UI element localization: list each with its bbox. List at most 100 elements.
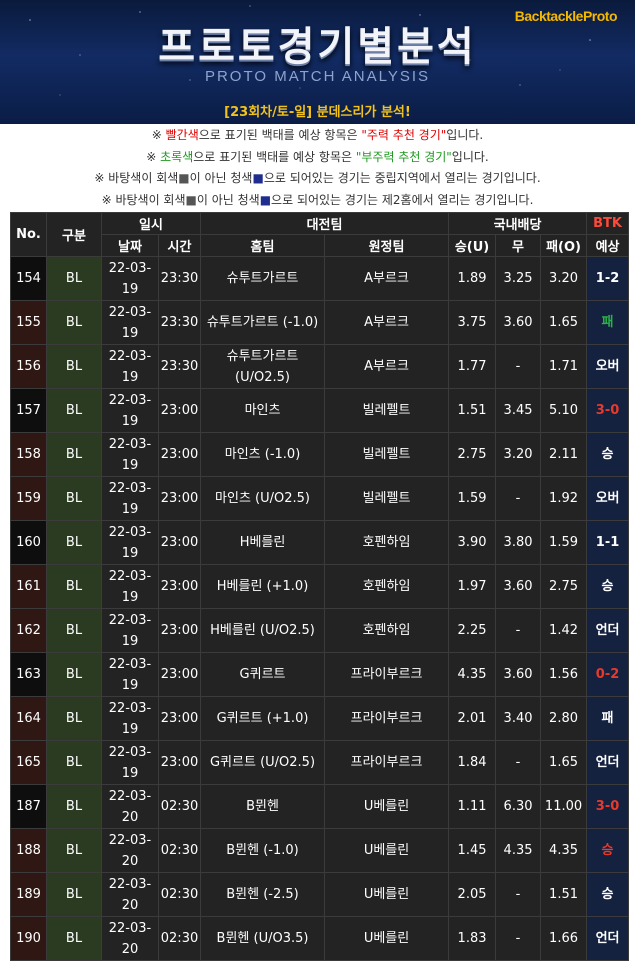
odds-win-cell: 3.75 [448,300,497,345]
date-cell: 22-03- 19 [101,476,159,521]
odds-win-cell: 1.84 [448,740,497,785]
header-lose: 패(O) [540,234,588,257]
match-number: 165 [10,740,47,785]
home-team-cell: B뮌헨 (-2.5) [200,872,326,917]
away-team-cell: U베를린 [324,916,450,961]
home-team-cell: B뮌헨 (-1.0) [200,828,326,873]
away-team-cell: 호펜하임 [324,564,450,609]
time-cell: 23:00 [157,432,202,477]
odds-draw-cell: - [495,608,542,653]
division-cell: BL [46,740,102,785]
date-cell: 22-03- 20 [101,828,159,873]
odds-win-cell: 4.35 [448,652,497,697]
match-number: 162 [10,608,47,653]
time-cell: 02:30 [157,828,202,873]
btk-prediction-cell: 패 [586,696,630,741]
match-number: 159 [10,476,47,521]
odds-lose-cell: 1.65 [540,300,588,345]
btk-prediction-cell: 언더 [586,608,630,653]
header-prediction: 예상 [586,234,630,257]
match-number: 161 [10,564,47,609]
odds-lose-cell: 2.80 [540,696,588,741]
odds-lose-cell: 1.51 [540,872,588,917]
table-row: 157 BL 22-03- 19 23:00 마인츠 빌레펠트 1.51 3.45 5.10 3-0 [10,388,630,433]
time-cell: 23:00 [157,564,202,609]
odds-win-cell: 1.83 [448,916,497,961]
odds-lose-cell: 1.65 [540,740,588,785]
table-row: 155 BL 22-03- 19 23:30 슈투트가르트 (-1.0) A부르크 3.75 3… [10,300,630,345]
home-team-cell: B뮌헨 (U/O3.5) [200,916,326,961]
legend-notes: ※ 빨간색으로 표기된 백태를 예상 항목은 "주력 추천 경기"입니다. ※ … [0,125,635,211]
odds-win-cell: 2.75 [448,432,497,477]
time-cell: 02:30 [157,784,202,829]
odds-lose-cell: 1.42 [540,608,588,653]
away-team-cell: 빌레펠트 [324,476,450,521]
table-row: 163 BL 22-03- 19 23:00 G퀴르트 프라이부르크 4.35 3.60 1.56… [10,652,630,697]
time-cell: 23:30 [157,256,202,301]
home-team-cell: 슈투트가르트 [200,256,326,301]
odds-win-cell: 1.51 [448,388,497,433]
header-win: 승(U) [448,234,497,257]
date-cell: 22-03- 19 [101,520,159,565]
odds-draw-cell: 3.25 [495,256,542,301]
page-title: 프로토경기별분석 [158,24,477,70]
away-team-cell: 호펜하임 [324,608,450,653]
header-datetime: 일시 [100,212,202,235]
time-cell: 23:00 [157,652,202,697]
odds-lose-cell: 2.11 [540,432,588,477]
odds-win-cell: 1.77 [448,344,497,389]
date-cell: 22-03- 19 [101,564,159,609]
btk-prediction-cell: 3-0 [586,784,630,829]
header-match: 대전팀 [200,212,450,235]
btk-prediction-cell: 승 [586,432,630,477]
header-date: 날짜 [101,234,159,257]
match-number: 160 [10,520,47,565]
btk-prediction-cell: 언더 [586,740,630,785]
odds-draw-cell: - [495,916,542,961]
away-team-cell: U베를린 [324,872,450,917]
header-away: 원정팀 [324,234,450,257]
odds-win-cell: 1.11 [448,784,497,829]
odds-win-cell: 2.25 [448,608,497,653]
header-time: 시간 [157,234,202,257]
header-home: 홈팀 [200,234,326,257]
away-team-cell: 빌레펠트 [324,388,450,433]
odds-lose-cell: 4.35 [540,828,588,873]
odds-draw-cell: 3.60 [495,300,542,345]
division-cell: BL [46,696,102,741]
btk-prediction-cell: 1-1 [586,520,630,565]
btk-prediction-cell: 언더 [586,916,630,961]
btk-prediction-cell: 오버 [586,344,630,389]
division-cell: BL [46,256,102,301]
time-cell: 23:00 [157,476,202,521]
btk-prediction-cell: 패 [586,300,630,345]
date-cell: 22-03- 20 [101,916,159,961]
match-number: 154 [10,256,47,301]
division-cell: BL [46,608,102,653]
match-number: 155 [10,300,47,345]
odds-lose-cell: 3.20 [540,256,588,301]
date-cell: 22-03- 19 [101,432,159,477]
division-cell: BL [46,916,102,961]
away-team-cell: U베를린 [324,784,450,829]
away-team-cell: A부르크 [324,256,450,301]
table-row: 154 BL 22-03- 19 23:30 슈투트가르트 A부르크 1.89 3.25 3.20… [10,256,630,301]
home-team-cell: 마인츠 (-1.0) [200,432,326,477]
away-team-cell: 빌레펠트 [324,432,450,477]
odds-draw-cell: 3.40 [495,696,542,741]
away-team-cell: A부르크 [324,344,450,389]
time-cell: 23:00 [157,740,202,785]
odds-lose-cell: 1.56 [540,652,588,697]
odds-draw-cell: 4.35 [495,828,542,873]
btk-prediction-cell: 승 [586,828,630,873]
time-cell: 23:00 [157,608,202,653]
match-number: 157 [10,388,47,433]
table-row: 165 BL 22-03- 19 23:00 G퀴르트 (U/O2.5) 프라이부르크 1.8… [10,740,630,785]
match-number: 163 [10,652,47,697]
home-team-cell: G퀴르트 (+1.0) [200,696,326,741]
home-team-cell: H베를린 (U/O2.5) [200,608,326,653]
odds-draw-cell: - [495,476,542,521]
page-subtitle: PROTO MATCH ANALYSIS [204,68,431,85]
odds-draw-cell: - [495,740,542,785]
home-team-cell: 슈투트가르트 (-1.0) [200,300,326,345]
